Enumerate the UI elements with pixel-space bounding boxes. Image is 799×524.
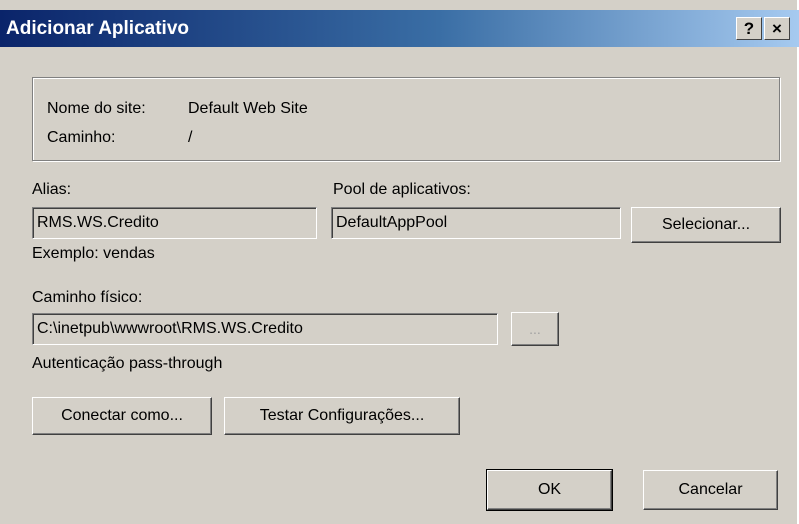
physical-path-label: Caminho físico: — [32, 289, 143, 306]
site-name-value: Default Web Site — [188, 100, 308, 117]
cancel-button[interactable]: Cancelar — [643, 470, 778, 510]
add-application-dialog: Adicionar Aplicativo ? × Nome do site: D… — [0, 0, 799, 524]
site-info-box: Nome do site: Default Web Site Caminho: … — [32, 77, 780, 161]
ok-button[interactable]: OK — [486, 469, 613, 511]
browse-ellipsis: ... — [529, 321, 541, 337]
window-title: Adicionar Aplicativo — [6, 18, 189, 39]
site-name-label: Nome do site: — [47, 100, 146, 117]
select-pool-button[interactable]: Selecionar... — [631, 207, 781, 243]
test-settings-button[interactable]: Testar Configurações... — [224, 397, 460, 435]
help-icon: ? — [743, 19, 755, 38]
path-label: Caminho: — [47, 129, 116, 146]
connect-as-button[interactable]: Conectar como... — [32, 397, 212, 435]
title-bar: Adicionar Aplicativo ? × — [0, 10, 799, 47]
physical-path-input[interactable]: C:\inetpub\wwwroot\RMS.WS.Credito — [32, 313, 498, 345]
browse-button[interactable]: ... — [511, 312, 559, 346]
close-icon: × — [772, 19, 782, 38]
pass-through-auth-text: Autenticação pass-through — [32, 355, 223, 372]
app-pool-field: DefaultAppPool — [331, 207, 621, 239]
help-button[interactable]: ? — [736, 17, 762, 40]
close-button[interactable]: × — [764, 17, 790, 40]
app-pool-label: Pool de aplicativos: — [333, 181, 471, 198]
alias-input[interactable]: RMS.WS.Credito — [32, 207, 317, 239]
alias-example: Exemplo: vendas — [32, 245, 155, 262]
alias-label: Alias: — [32, 181, 72, 198]
path-value: / — [188, 129, 193, 146]
